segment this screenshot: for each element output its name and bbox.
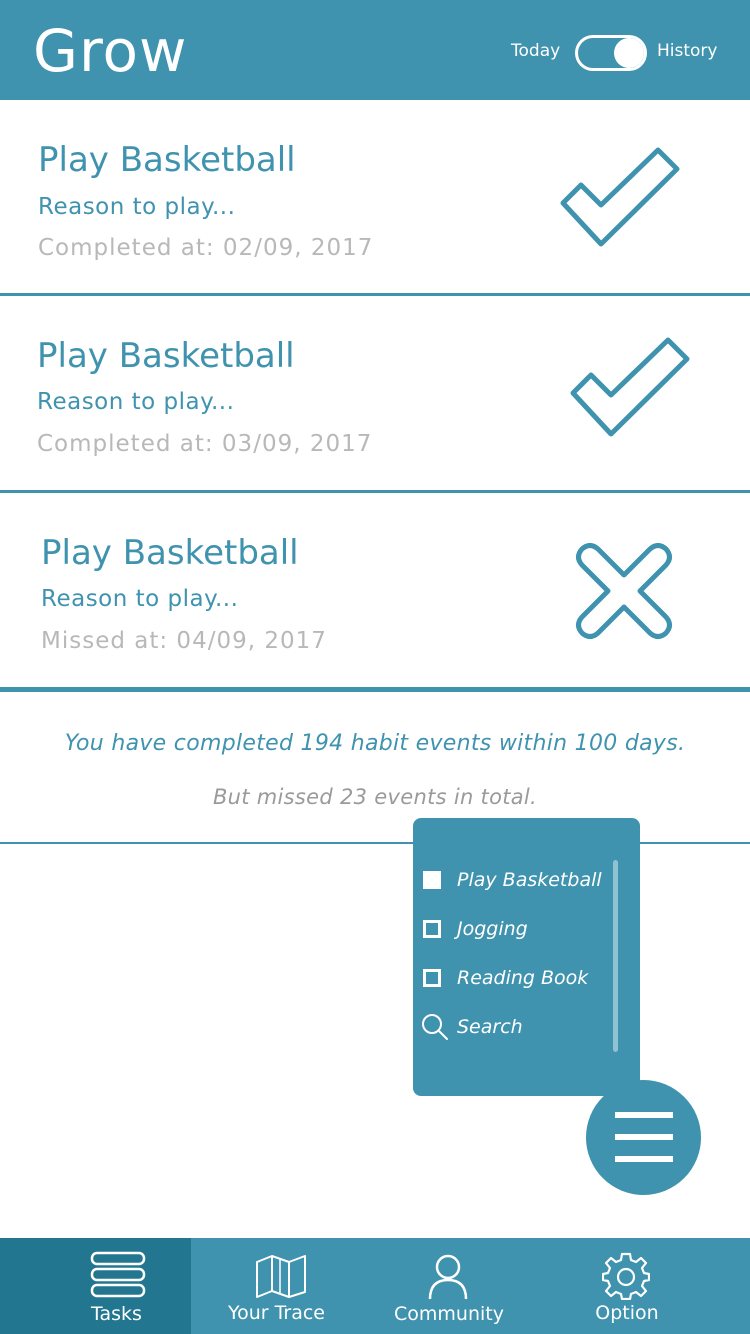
event-card[interactable]: Play Basketball Reason to play... Missed…: [0, 493, 750, 687]
event-title: Play Basketball: [37, 336, 295, 376]
tab-label: Option: [595, 1302, 659, 1324]
bottom-tab-bar: Tasks Your Trace Community Option: [0, 1238, 750, 1334]
completed-summary: You have completed 194 habit events with…: [64, 731, 686, 756]
gear-icon: [602, 1252, 650, 1300]
tab-label: Your Trace: [227, 1302, 325, 1324]
event-reason: Reason to play...: [38, 194, 236, 220]
filter-item-jogging[interactable]: Jogging: [421, 911, 611, 947]
stack-icon: [90, 1251, 146, 1298]
event-title: Play Basketball: [41, 533, 299, 573]
tab-your-trace[interactable]: Your Trace: [191, 1238, 374, 1334]
menu-scrollbar[interactable]: [613, 860, 618, 1052]
tab-community[interactable]: Community: [374, 1238, 524, 1334]
checkbox-empty-icon[interactable]: [423, 969, 441, 987]
tab-label: Community: [394, 1303, 504, 1325]
user-icon: [428, 1254, 468, 1300]
menu-fab-button[interactable]: [586, 1080, 701, 1195]
habit-filter-menu: Play Basketball Jogging Reading Book Sea…: [413, 818, 640, 1096]
event-date: Completed at: 02/09, 2017: [38, 235, 374, 261]
filter-item-label: Jogging: [457, 918, 528, 940]
toggle-label-today[interactable]: Today: [511, 40, 560, 62]
toggle-knob[interactable]: [614, 38, 644, 68]
filter-item-label: Reading Book: [457, 967, 589, 989]
checkmark-icon[interactable]: [555, 144, 685, 250]
filter-item-label: Play Basketball: [457, 869, 602, 891]
search-icon: [422, 1014, 448, 1040]
checkmark-icon[interactable]: [565, 334, 695, 440]
today-history-toggle[interactable]: [575, 35, 647, 71]
checkbox-empty-icon[interactable]: [423, 920, 441, 938]
x-mark-icon[interactable]: [570, 543, 678, 647]
event-date: Missed at: 04/09, 2017: [41, 628, 327, 654]
filter-item-reading-book[interactable]: Reading Book: [421, 960, 611, 996]
event-reason: Reason to play...: [41, 586, 239, 612]
filter-item-play-basketball[interactable]: Play Basketball: [421, 862, 611, 898]
event-card[interactable]: Play Basketball Reason to play... Comple…: [0, 296, 750, 490]
checkbox-checked-icon[interactable]: [423, 871, 441, 889]
event-reason: Reason to play...: [37, 389, 235, 415]
tab-tasks[interactable]: Tasks: [0, 1238, 191, 1334]
event-card[interactable]: Play Basketball Reason to play... Comple…: [0, 100, 750, 294]
missed-summary: But missed 23 events in total.: [212, 785, 538, 809]
event-date: Completed at: 03/09, 2017: [37, 431, 373, 457]
summary-divider: [0, 687, 750, 692]
filter-item-search[interactable]: Search: [421, 1009, 611, 1045]
app-header: Grow Today History: [0, 0, 750, 100]
app-title: Grow: [33, 17, 188, 85]
event-title: Play Basketball: [38, 140, 296, 180]
toggle-label-history[interactable]: History: [657, 40, 717, 62]
tab-option[interactable]: Option: [524, 1238, 730, 1334]
filter-item-label: Search: [457, 1016, 523, 1038]
map-icon: [256, 1255, 306, 1298]
